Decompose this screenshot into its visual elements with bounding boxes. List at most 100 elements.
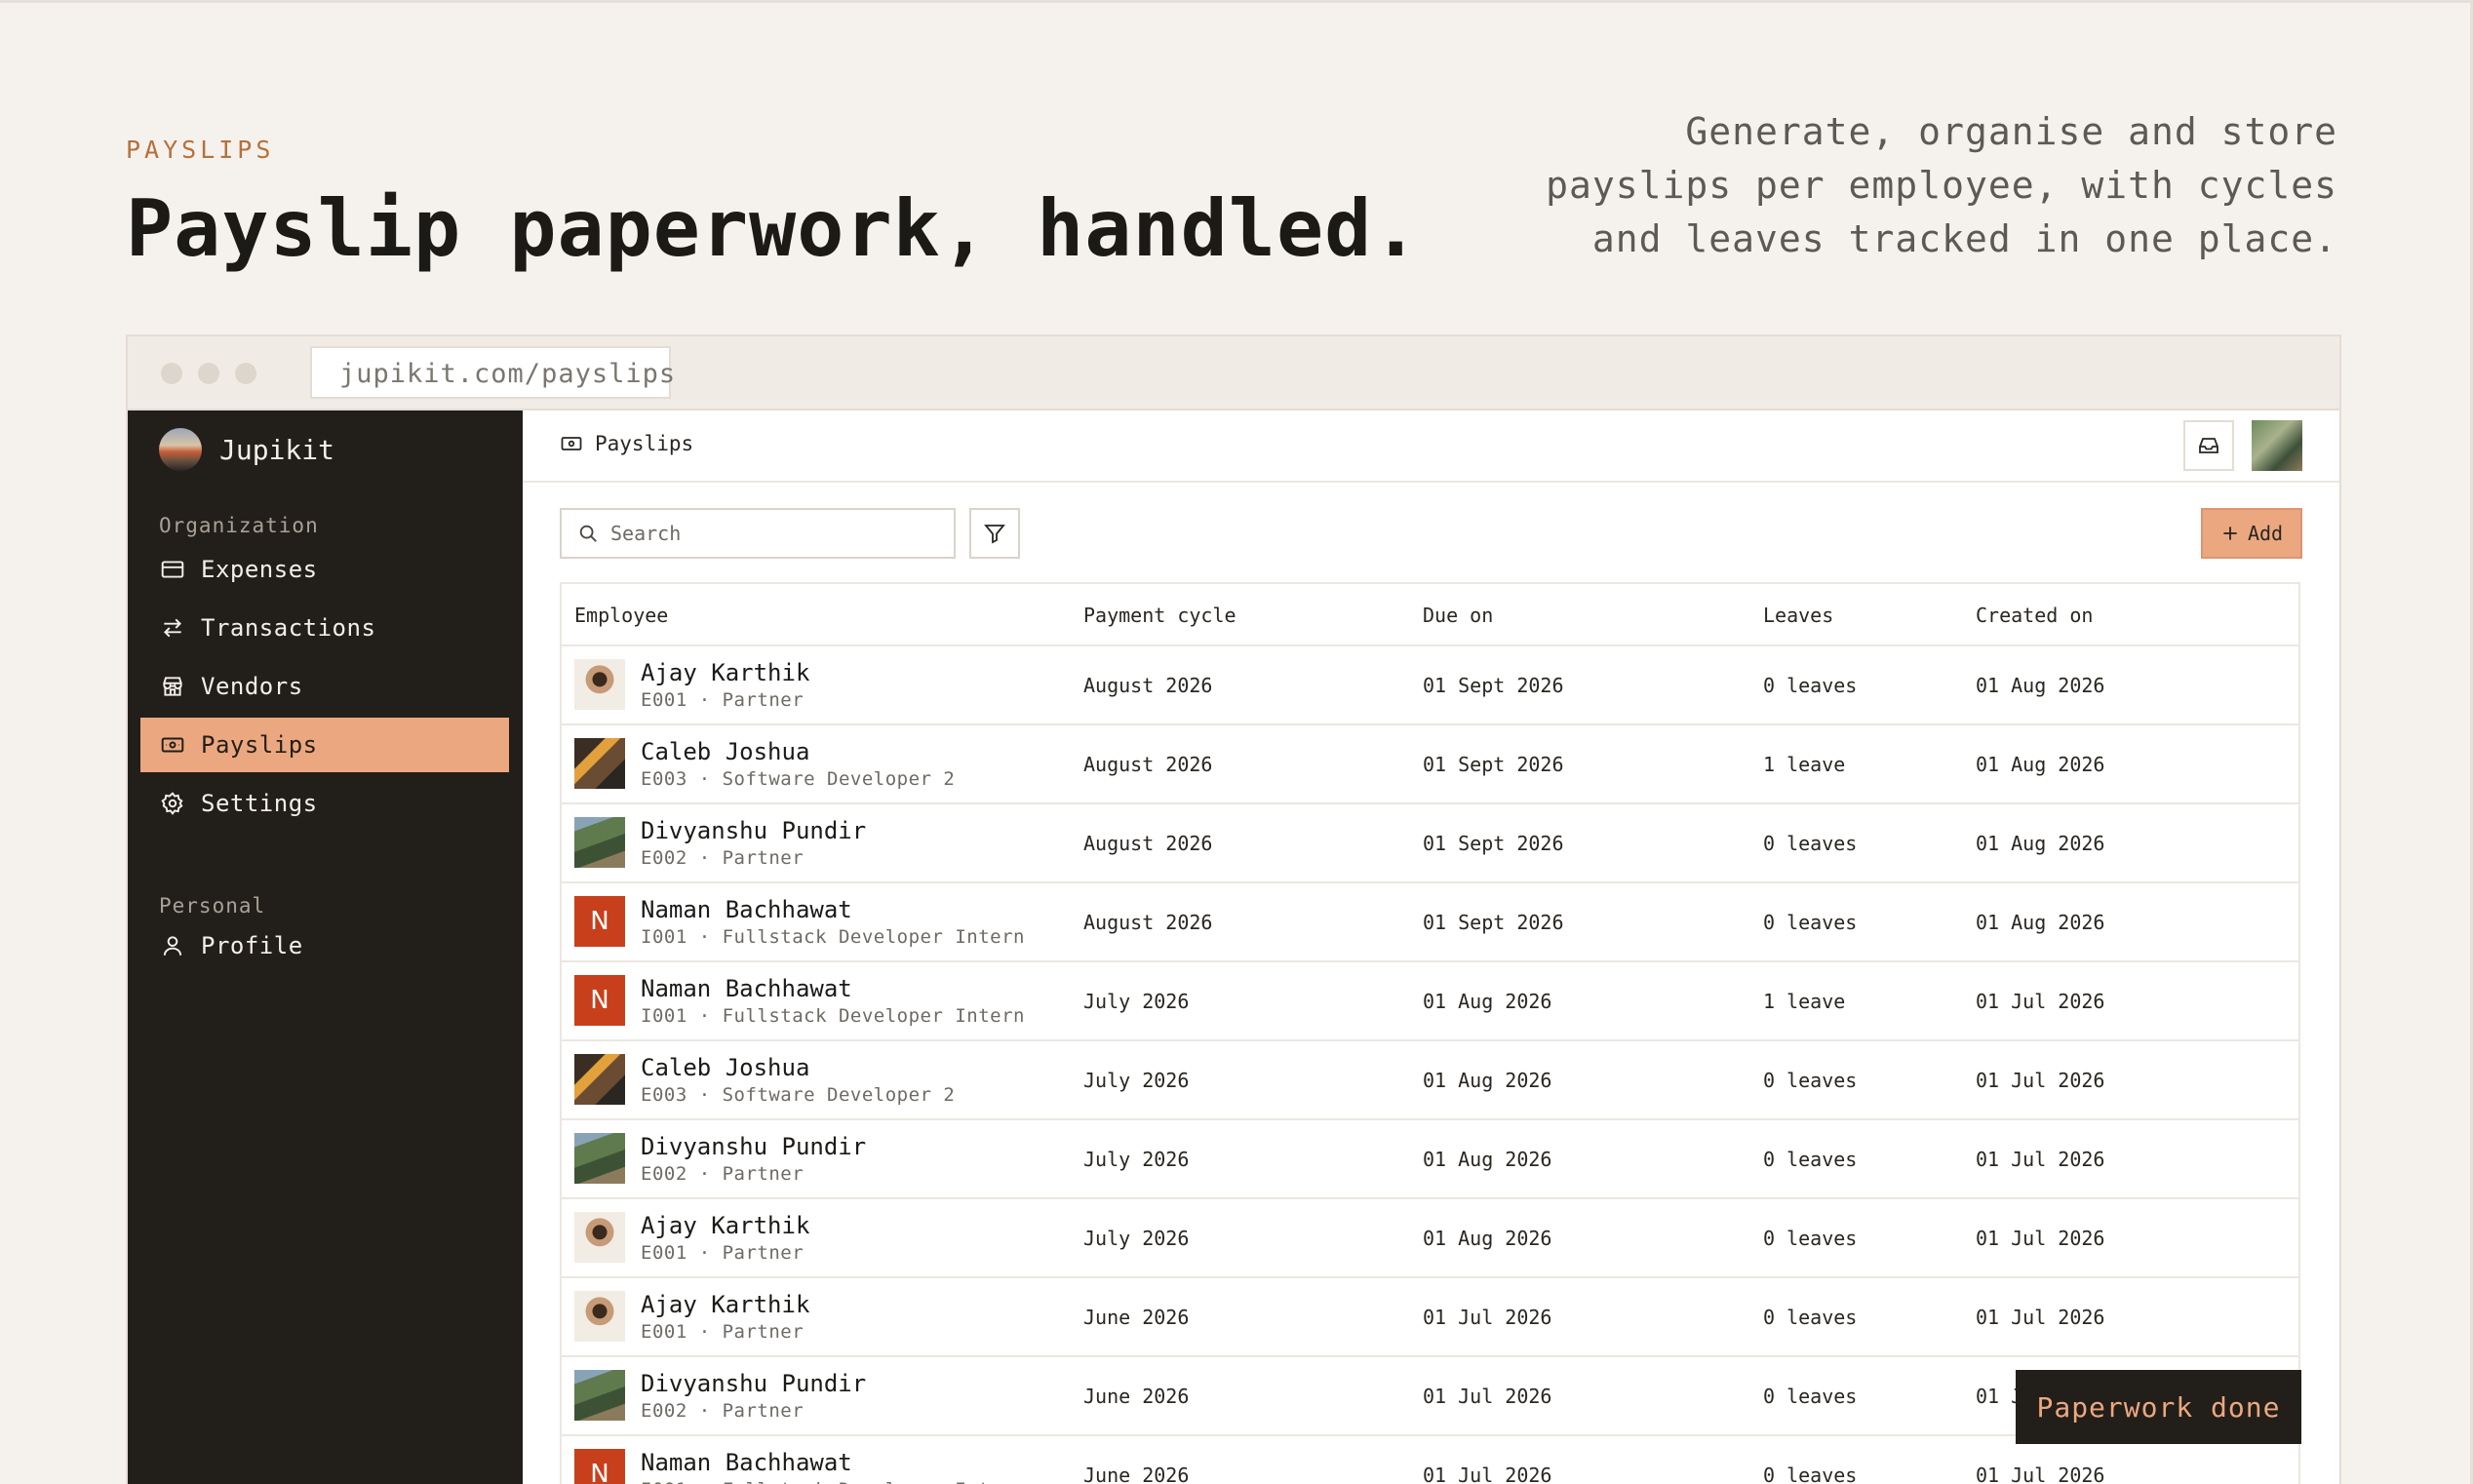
add-button-label: Add <box>2247 522 2284 545</box>
sidebar-item-label: Vendors <box>201 673 303 700</box>
top-bar: Payslips <box>523 410 2339 483</box>
column-header-payment-cycle[interactable]: Payment cycle <box>1083 604 1236 627</box>
store-icon <box>163 677 182 696</box>
filter-button[interactable] <box>969 508 1020 559</box>
employee-info: Caleb Joshua E003 · Software Developer 2 <box>641 1054 955 1109</box>
column-header-due-on[interactable]: Due on <box>1423 604 1493 627</box>
employee-role: E001 · Partner <box>641 689 805 711</box>
created-on-cell: 01 Jul 2026 <box>1976 1227 2105 1250</box>
due-on-cell: 01 Jul 2026 <box>1423 1306 1552 1329</box>
payslips-table: Employee Payment cycle Due on Leaves Cre… <box>560 582 2300 1484</box>
created-on-cell: 01 Jul 2026 <box>1976 1464 2105 1484</box>
address-bar[interactable]: jupikit.com/payslips <box>310 346 675 399</box>
table-row[interactable]: Divyanshu Pundir E002 · Partner August 202… <box>562 804 2298 883</box>
column-header-employee[interactable]: Employee <box>574 604 668 627</box>
arrows-icon <box>164 618 181 638</box>
employee-avatar <box>574 1370 625 1421</box>
employee-name: Caleb Joshua <box>641 738 810 765</box>
window-maximize-dot[interactable] <box>235 363 256 384</box>
payment-cycle-cell: June 2026 <box>1083 1385 1190 1408</box>
breadcrumb-label: Payslips <box>595 432 694 455</box>
employee-cell: Ajay Karthik E001 · Partner <box>574 1291 809 1346</box>
search-placeholder: Search <box>610 522 682 545</box>
user-avatar[interactable] <box>2252 420 2302 471</box>
employee-name: Divyanshu Pundir <box>641 1133 867 1160</box>
add-button[interactable]: Add <box>2201 508 2302 559</box>
sidebar-item-payslips[interactable]: Payslips <box>140 718 509 772</box>
employee-cell: Caleb Joshua E003 · Software Developer 2 <box>574 1054 955 1109</box>
employee-avatar <box>574 1133 625 1184</box>
payment-cycle-cell: August 2026 <box>1083 911 1213 934</box>
table-row[interactable]: Ajay Karthik E001 · Partner June 2026 01 Ju… <box>562 1278 2298 1357</box>
table-row[interactable]: Divyanshu Pundir E002 · Partner July 2026 0… <box>562 1120 2298 1199</box>
employee-info: Divyanshu Pundir E002 · Partner <box>641 1133 866 1188</box>
table-row[interactable]: N Naman Bachhawat I001 · Fullstack Develop… <box>562 962 2298 1041</box>
due-on-cell: 01 Aug 2026 <box>1423 1227 1552 1250</box>
due-on-cell: 01 Sept 2026 <box>1423 911 1564 934</box>
leaves-cell: 0 leaves <box>1763 1148 1858 1171</box>
column-header-created-on[interactable]: Created on <box>1976 604 2093 627</box>
window-minimize-dot[interactable] <box>198 363 219 384</box>
leaves-cell: 0 leaves <box>1763 832 1858 855</box>
payment-cycle-cell: July 2026 <box>1083 1227 1190 1250</box>
employee-info: Ajay Karthik E001 · Partner <box>641 659 809 714</box>
employee-name: Naman Bachhawat <box>641 896 852 923</box>
table-row[interactable]: Ajay Karthik E001 · Partner August 2026 01 … <box>562 646 2298 725</box>
employee-cell: Caleb Joshua E003 · Software Developer 2 <box>574 738 955 793</box>
employee-info: Ajay Karthik E001 · Partner <box>641 1291 809 1346</box>
sidebar-item-profile[interactable]: Profile <box>140 918 509 973</box>
tagline: Generate, organise and store payslips pe… <box>1538 105 2337 266</box>
leaves-cell: 0 leaves <box>1763 674 1858 697</box>
due-on-cell: 01 Sept 2026 <box>1423 674 1564 697</box>
table-row[interactable]: Ajay Karthik E001 · Partner July 2026 01 Au… <box>562 1199 2298 1278</box>
inbox-button[interactable] <box>2183 420 2234 471</box>
sidebar-item-label: Payslips <box>201 731 318 759</box>
brand-logo <box>159 428 202 471</box>
main-content: Payslips Search Add Employee Payment cyc… <box>523 410 2339 1484</box>
employee-name: Divyanshu Pundir <box>641 817 867 844</box>
column-header-leaves[interactable]: Leaves <box>1763 604 1833 627</box>
employee-name: Ajay Karthik <box>641 659 810 686</box>
due-on-cell: 01 Aug 2026 <box>1423 1148 1552 1171</box>
leaves-cell: 0 leaves <box>1763 1227 1858 1250</box>
tagline-line: and leaves tracked in one place. <box>1591 217 2337 260</box>
payment-cycle-cell: August 2026 <box>1083 753 1213 776</box>
employee-cell: Ajay Karthik E001 · Partner <box>574 1212 809 1267</box>
employee-role: E002 · Partner <box>641 1163 805 1185</box>
sidebar-item-transactions[interactable]: Transactions <box>140 601 509 655</box>
table-row[interactable]: Caleb Joshua E003 · Software Developer 2 J… <box>562 1041 2298 1120</box>
sidebar-item-label: Profile <box>201 932 303 959</box>
tagline-line: payslips per employee, with cycles <box>1546 164 2337 207</box>
sidebar-item-expenses[interactable]: Expenses <box>140 542 509 597</box>
sidebar-item-settings[interactable]: Settings <box>140 776 509 831</box>
app: Jupikit Organization Expenses Transactio… <box>128 410 2339 1484</box>
sidebar-item-label: Settings <box>201 790 318 817</box>
search-input[interactable]: Search <box>560 508 956 559</box>
payment-cycle-cell: July 2026 <box>1083 1069 1190 1092</box>
employee-info: Divyanshu Pundir E002 · Partner <box>641 1370 866 1425</box>
payslip-icon <box>161 737 184 753</box>
leaves-cell: 0 leaves <box>1763 911 1858 934</box>
employee-role: E002 · Partner <box>641 1400 805 1422</box>
employee-cell: N Naman Bachhawat I001 · Fullstack Develop… <box>574 975 1025 1030</box>
due-on-cell: 01 Aug 2026 <box>1423 1069 1552 1092</box>
employee-info: Naman Bachhawat I001 · Fullstack Develope… <box>641 896 1025 951</box>
employee-cell: Divyanshu Pundir E002 · Partner <box>574 1133 866 1188</box>
sidebar-item-vendors[interactable]: Vendors <box>140 659 509 714</box>
search-icon <box>579 525 597 542</box>
brand[interactable]: Jupikit <box>159 427 334 472</box>
leaves-cell: 0 leaves <box>1763 1464 1858 1484</box>
employee-name: Ajay Karthik <box>641 1291 810 1318</box>
due-on-cell: 01 Aug 2026 <box>1423 990 1552 1013</box>
employee-role: E003 · Software Developer 2 <box>641 1084 956 1106</box>
page: PAYSLIPS Payslip paperwork, handled. Gen… <box>0 0 2473 1484</box>
table-row[interactable]: Caleb Joshua E003 · Software Developer 2 A… <box>562 725 2298 804</box>
table-row[interactable]: N Naman Bachhawat I001 · Fullstack Develop… <box>562 883 2298 962</box>
window-close-dot[interactable] <box>161 363 182 384</box>
payment-cycle-cell: June 2026 <box>1083 1306 1190 1329</box>
employee-cell: N Naman Bachhawat I001 · Fullstack Develop… <box>574 896 1025 951</box>
leaves-cell: 1 leave <box>1763 753 1846 776</box>
employee-role: I001 · Fullstack Developer Intern <box>641 1476 1025 1484</box>
sidebar-heading-organization: Organization <box>159 514 319 537</box>
payslip-icon <box>561 437 582 450</box>
